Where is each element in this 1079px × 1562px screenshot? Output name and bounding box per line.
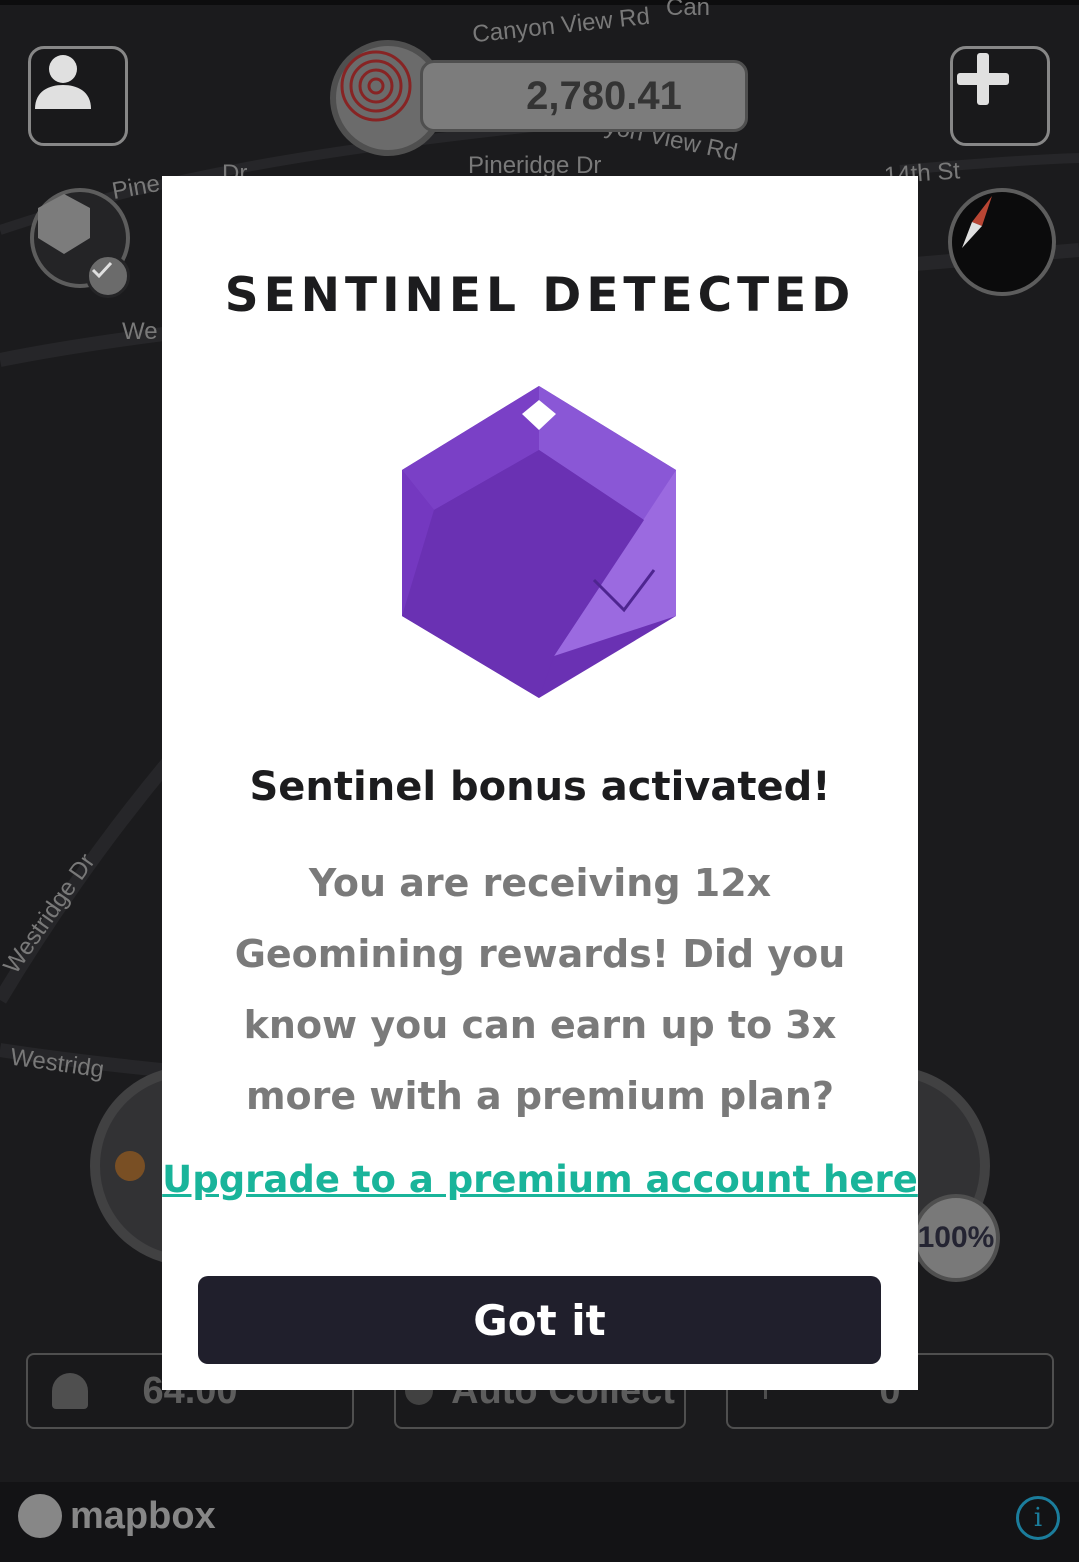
sentinel-gem-icon: [402, 386, 676, 698]
modal-subtitle: Sentinel bonus activated!: [249, 764, 831, 810]
got-it-button[interactable]: Got it: [198, 1276, 881, 1364]
modal-body: You are receiving 12x Geomining rewards!…: [234, 861, 846, 1118]
modal-title: SENTINEL DETECTED: [224, 268, 856, 323]
sentinel-modal: SENTINEL DETECTED Sentinel bonus activat…: [162, 176, 918, 1390]
upgrade-link[interactable]: Upgrade to a premium account here: [162, 1158, 918, 1201]
